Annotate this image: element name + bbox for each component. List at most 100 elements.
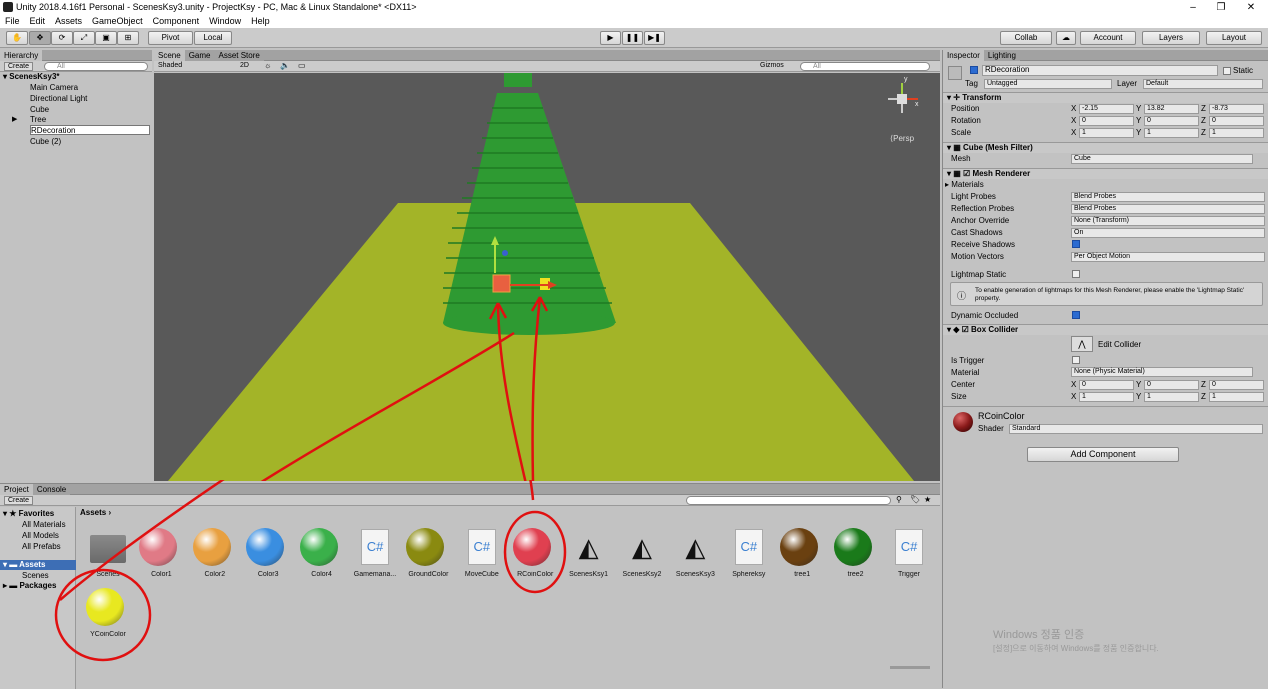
asset-item[interactable]: C# Gamemana... xyxy=(349,523,401,581)
project-create-button[interactable]: Create xyxy=(4,496,34,505)
asset-item[interactable]: YCoinColor xyxy=(82,583,134,641)
scene-root[interactable]: ▾ ScenesKsy3* xyxy=(3,72,60,81)
collab-button[interactable]: Collab xyxy=(1000,31,1052,45)
menu-gameobject[interactable]: GameObject xyxy=(87,15,148,28)
asset-item[interactable]: tree2 xyxy=(830,523,882,581)
transform-tool-icon[interactable]: ⊞ xyxy=(117,31,139,45)
toggle-2d-button[interactable]: 2D xyxy=(240,62,249,69)
fav-item[interactable]: All Prefabs xyxy=(22,542,61,551)
pivot-button[interactable]: Pivot xyxy=(148,31,193,45)
edit-collider-icon[interactable]: ⋀ xyxy=(1071,336,1093,352)
asset-item[interactable]: Color2 xyxy=(189,523,241,581)
scene-orientation-gizmo[interactable]: y x xyxy=(882,76,922,119)
audio-toggle-icon[interactable]: 🔈 xyxy=(280,61,290,70)
menu-help[interactable]: Help xyxy=(246,15,275,28)
hierarchy-item[interactable]: Cube xyxy=(30,105,49,115)
fav-item[interactable]: All Materials xyxy=(22,520,66,529)
center-field[interactable]: 0 xyxy=(1209,380,1264,390)
rotate-tool-icon[interactable]: ⟳ xyxy=(51,31,73,45)
transform-header[interactable]: ▾ ✛ Transform xyxy=(943,92,1268,103)
position-field[interactable]: 13.82 xyxy=(1144,104,1199,114)
asset-item[interactable]: C# Sphereksy xyxy=(723,523,775,581)
active-checkbox[interactable] xyxy=(970,66,978,74)
asset-item[interactable]: ◭ ScenesKsy2 xyxy=(616,523,668,581)
project-search-input[interactable] xyxy=(686,496,891,505)
tab-console[interactable]: Console xyxy=(32,484,71,495)
expand-arrow-icon[interactable]: ▶ xyxy=(12,115,17,123)
assets-breadcrumb[interactable]: Assets › xyxy=(80,508,111,517)
light-toggle-icon[interactable]: ☼ xyxy=(264,61,271,70)
hierarchy-item[interactable]: Cube (2) xyxy=(30,137,61,147)
rotation-field[interactable]: 0 xyxy=(1144,116,1199,126)
menu-assets[interactable]: Assets xyxy=(50,15,87,28)
scenes-tree-item[interactable]: Scenes xyxy=(22,571,49,580)
position-field[interactable]: -2.15 xyxy=(1079,104,1134,114)
renderer-row-dropdown[interactable]: On xyxy=(1071,228,1265,238)
move-tool-icon[interactable]: ✥ xyxy=(29,31,51,45)
box-collider-header[interactable]: ▾ ◆ ☑ Box Collider xyxy=(943,324,1268,335)
menu-edit[interactable]: Edit xyxy=(25,15,51,28)
hierarchy-item[interactable]: Tree xyxy=(30,115,46,125)
assets-tree-item[interactable]: ▾ ▬ Assets xyxy=(0,560,76,570)
layer-dropdown[interactable]: Default xyxy=(1143,79,1263,89)
hierarchy-item-rename-input[interactable]: RDecoration xyxy=(30,125,150,135)
packages-tree-item[interactable]: ▸ ▬ Packages xyxy=(3,581,56,590)
account-button[interactable]: Account xyxy=(1080,31,1136,45)
size-field[interactable]: 1 xyxy=(1209,392,1264,402)
create-button[interactable]: Create xyxy=(4,62,34,71)
tab-scene[interactable]: Scene xyxy=(154,50,185,61)
effects-toggle-icon[interactable]: ▭ xyxy=(298,61,306,70)
tab-game[interactable]: Game xyxy=(184,50,215,61)
mesh-field[interactable]: Cube xyxy=(1071,154,1253,164)
gizmos-dropdown[interactable]: Gizmos xyxy=(760,62,784,69)
dynamic-occluded-checkbox[interactable] xyxy=(1072,311,1080,319)
asset-item[interactable]: GroundColor xyxy=(402,523,454,581)
static-checkbox[interactable] xyxy=(1223,67,1231,75)
asset-item[interactable]: Scenes xyxy=(82,523,134,581)
menu-window[interactable]: Window xyxy=(204,15,246,28)
rdecoration-cube[interactable] xyxy=(492,274,511,293)
rotation-field[interactable]: 0 xyxy=(1079,116,1134,126)
layers-button[interactable]: Layers xyxy=(1142,31,1200,45)
center-field[interactable]: 0 xyxy=(1144,380,1199,390)
tab-inspector[interactable]: Inspector xyxy=(943,50,984,61)
asset-item[interactable]: tree1 xyxy=(776,523,828,581)
mesh-filter-header[interactable]: ▾ ▦ Cube (Mesh Filter) xyxy=(943,142,1268,153)
shader-dropdown[interactable]: Standard xyxy=(1009,424,1263,434)
scale-field[interactable]: 1 xyxy=(1079,128,1134,138)
scale-field[interactable]: 1 xyxy=(1209,128,1264,138)
renderer-row-dropdown[interactable]: Blend Probes xyxy=(1071,204,1265,214)
scene-viewport[interactable]: y x ⟨Persp xyxy=(53,73,940,634)
scene-search-input[interactable]: All xyxy=(800,62,930,71)
tab-project[interactable]: Project xyxy=(0,484,33,495)
materials-foldout[interactable]: ▸ Materials xyxy=(945,180,984,189)
menu-file[interactable]: File xyxy=(0,15,25,28)
scale-tool-icon[interactable]: ⤢ xyxy=(73,31,95,45)
local-button[interactable]: Local xyxy=(194,31,232,45)
is-trigger-checkbox[interactable] xyxy=(1072,356,1080,364)
asset-item[interactable]: ◭ ScenesKsy1 xyxy=(563,523,615,581)
maximize-icon[interactable]: ❐ xyxy=(1206,0,1236,15)
tab-lighting[interactable]: Lighting xyxy=(983,50,1020,61)
hierarchy-item[interactable]: Directional Light xyxy=(30,94,87,104)
shading-mode-dropdown[interactable]: Shaded xyxy=(158,62,182,69)
hierarchy-search-input[interactable]: All xyxy=(44,62,148,71)
asset-item[interactable]: Color1 xyxy=(135,523,187,581)
layout-button[interactable]: Layout xyxy=(1206,31,1262,45)
size-field[interactable]: 1 xyxy=(1144,392,1199,402)
tab-asset-store[interactable]: Asset Store xyxy=(214,50,264,61)
asset-item[interactable]: Color4 xyxy=(296,523,348,581)
hand-tool-icon[interactable]: ✋ xyxy=(6,31,28,45)
asset-item[interactable]: C# MoveCube xyxy=(456,523,508,581)
asset-item[interactable]: RCoinColor xyxy=(509,523,561,581)
size-field[interactable]: 1 xyxy=(1079,392,1134,402)
mesh-renderer-header[interactable]: ▾ ▦ ☑ Mesh Renderer xyxy=(943,168,1268,179)
collider-material-field[interactable]: None (Physic Material) xyxy=(1071,367,1253,377)
hierarchy-item[interactable]: Main Camera xyxy=(30,83,78,93)
filter-label-icon[interactable]: 🏷 xyxy=(910,495,920,504)
renderer-row-dropdown[interactable]: Per Object Motion xyxy=(1071,252,1265,262)
persp-label[interactable]: ⟨Persp xyxy=(890,134,914,143)
rotation-field[interactable]: 0 xyxy=(1209,116,1264,126)
favorites-header[interactable]: ▾ ★ Favorites xyxy=(3,509,54,518)
scale-field[interactable]: 1 xyxy=(1144,128,1199,138)
